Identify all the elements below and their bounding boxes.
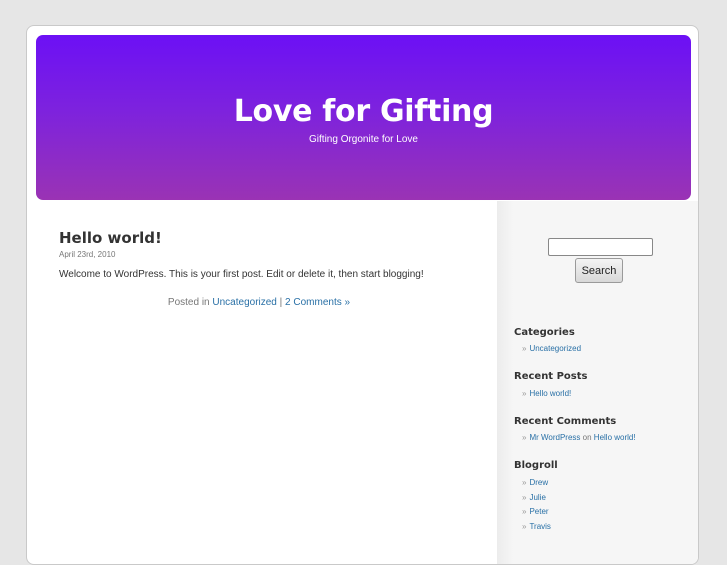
post-meta-prefix: Posted in (167, 297, 210, 308)
post-comments-link[interactable]: 2 Comments » (285, 297, 350, 308)
list-item: » Drew (522, 476, 551, 491)
recent-posts-list: » Hello world! (522, 387, 571, 402)
blogroll-link-drew[interactable]: Drew (529, 478, 548, 487)
bullet-icon: » (522, 492, 527, 502)
search-button[interactable]: Search (575, 258, 623, 283)
list-item: » Uncategorized (522, 342, 581, 357)
sidebar: Search Categories » Uncategorized Recent … (497, 201, 698, 564)
bullet-icon: » (522, 433, 527, 442)
page-container: Love for Gifting Gifting Orgonite for Lo… (26, 25, 699, 565)
blogroll-list: » Drew » Julie » Peter » Travis (522, 476, 551, 534)
recent-comments-list: » Mr WordPress on Hello world! (522, 431, 636, 446)
categories-heading: Categories (514, 327, 575, 338)
post-meta-separator: | (279, 297, 283, 308)
search-input[interactable] (548, 238, 653, 256)
blogroll-link-julie[interactable]: Julie (529, 493, 545, 502)
blogroll-link-peter[interactable]: Peter (529, 507, 548, 516)
recent-post-link[interactable]: Hello world! (529, 389, 571, 398)
comment-on-text: on (582, 433, 592, 442)
list-item: » Travis (522, 520, 551, 535)
comment-author-link[interactable]: Mr WordPress (529, 433, 580, 442)
bullet-icon: » (522, 521, 527, 531)
list-item: » Hello world! (522, 387, 571, 402)
list-item: » Julie (522, 491, 551, 506)
comment-post-link[interactable]: Hello world! (594, 433, 636, 442)
bullet-icon: » (522, 507, 527, 516)
post-body: Welcome to WordPress. This is your first… (59, 269, 424, 280)
categories-list: » Uncategorized (522, 342, 581, 357)
post-meta: Posted in Uncategorized | 2 Comments » (59, 297, 459, 308)
post-date: April 23rd, 2010 (59, 250, 116, 259)
list-item: » Peter (522, 505, 551, 520)
blog-title[interactable]: Love for Gifting (36, 94, 691, 130)
recent-comments-heading: Recent Comments (514, 416, 617, 427)
blogroll-link-travis[interactable]: Travis (529, 522, 550, 531)
category-link[interactable]: Uncategorized (529, 344, 581, 353)
list-item: » Mr WordPress on Hello world! (522, 431, 636, 446)
recent-posts-heading: Recent Posts (514, 371, 588, 382)
bullet-icon: » (522, 344, 527, 353)
post-title[interactable]: Hello world! (59, 229, 162, 247)
post-category-link[interactable]: Uncategorized (212, 297, 276, 308)
blogroll-heading: Blogroll (514, 460, 558, 471)
header-banner: Love for Gifting Gifting Orgonite for Lo… (36, 35, 691, 200)
blog-description: Gifting Orgonite for Love (309, 134, 418, 145)
bullet-icon: » (522, 389, 527, 398)
bullet-icon: » (522, 478, 527, 487)
